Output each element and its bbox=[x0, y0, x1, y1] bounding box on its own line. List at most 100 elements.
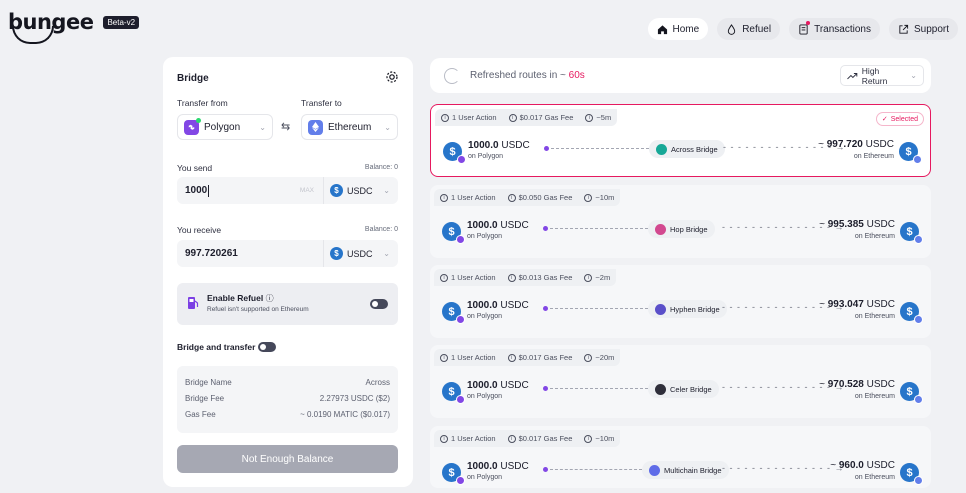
ethereum-icon bbox=[913, 155, 922, 164]
celer-icon bbox=[655, 383, 666, 395]
route-send-amount: 1000.0 USDC bbox=[468, 140, 530, 151]
bridge-pill: Celer Bridge bbox=[648, 380, 719, 398]
usdc-icon: $ bbox=[900, 382, 923, 404]
route-receive-amount: ~ 970.528 USDC bbox=[819, 379, 895, 390]
route-from-chain: on Polygon bbox=[467, 313, 503, 320]
bridge-pill: Hyphen Bridge bbox=[648, 300, 727, 318]
usdc-icon: $ bbox=[900, 302, 923, 324]
ethereum-icon bbox=[914, 476, 923, 485]
not-enough-balance-button[interactable]: Not Enough Balance bbox=[177, 445, 398, 473]
route-card[interactable]: i1 User Action i $0.017 Gas Fee i ~20m $ 1… bbox=[430, 345, 931, 418]
route-send-amount: 1000.0 USDC bbox=[467, 300, 529, 311]
user-action-tag: i1 User Action bbox=[434, 189, 502, 206]
nav-home-label: Home bbox=[672, 23, 700, 35]
time-tag: i ~20m bbox=[578, 349, 621, 366]
route-receive-amount: ~ 995.385 USDC bbox=[819, 219, 895, 230]
info-icon: i bbox=[441, 113, 449, 122]
route-line bbox=[550, 308, 648, 309]
route-arrow: - - - - - - - - - - - - - - - → bbox=[722, 463, 845, 473]
send-balance: Balance: 0 bbox=[364, 164, 398, 171]
polygon-icon bbox=[456, 476, 465, 485]
receive-amount-field: 997.720261 $ USDC ⌄ bbox=[177, 240, 398, 267]
bridge-and-transfer-toggle[interactable] bbox=[258, 342, 276, 352]
gear-icon[interactable] bbox=[385, 70, 399, 84]
bridge-pill: Across Bridge bbox=[649, 140, 725, 158]
sort-label: High Return bbox=[861, 65, 888, 86]
route-card[interactable]: i1 User Action i $0.017 Gas Fee i ~10m $ 1… bbox=[430, 426, 931, 488]
route-receive-amount: ~ 993.047 USDC bbox=[819, 299, 895, 310]
clock-icon: i bbox=[584, 273, 593, 282]
user-action-tag: i1 User Action bbox=[434, 430, 502, 447]
route-to-chain: on Ethereum bbox=[854, 313, 895, 320]
to-chain-name: Ethereum bbox=[328, 121, 372, 133]
polygon-icon bbox=[184, 117, 201, 135]
refresh-icon[interactable] bbox=[444, 67, 460, 84]
hop-icon bbox=[655, 223, 666, 235]
usdc-icon: $ bbox=[442, 463, 465, 485]
nav-transactions[interactable]: Transactions bbox=[789, 18, 880, 40]
route-start-dot bbox=[543, 226, 548, 231]
max-button[interactable]: MAX bbox=[300, 187, 314, 194]
gas-fee-tag: i $0.017 Gas Fee bbox=[501, 349, 579, 366]
route-card[interactable]: i1 User Action i $0.050 Gas Fee i ~10m $ 1… bbox=[430, 185, 931, 258]
route-send-amount: 1000.0 USDC bbox=[467, 461, 529, 472]
route-start-dot bbox=[543, 306, 548, 311]
refuel-toggle[interactable] bbox=[370, 299, 388, 309]
receive-token-name: USDC bbox=[347, 248, 373, 259]
you-receive-label: You receive bbox=[177, 225, 222, 235]
route-tags: i1 User Action i $0.050 Gas Fee i ~10m bbox=[434, 189, 621, 206]
route-to-chain: on Ethereum bbox=[854, 233, 895, 240]
fuel-drop-icon bbox=[728, 23, 736, 35]
nav-home[interactable]: Home bbox=[647, 18, 709, 40]
bridge-pill: Hop Bridge bbox=[648, 220, 715, 238]
polygon-icon bbox=[457, 155, 466, 164]
route-tags: i1 User Action i $0.013 Gas Fee i ~2m bbox=[434, 269, 617, 286]
info-icon: i bbox=[440, 273, 448, 282]
send-token-name: USDC bbox=[347, 185, 373, 196]
refresh-text: Refreshed routes in ~ 60s bbox=[470, 70, 585, 81]
receive-token-select[interactable]: $ USDC ⌄ bbox=[323, 240, 398, 267]
usdc-icon: $ bbox=[900, 463, 923, 485]
send-amount-value: 1000 bbox=[185, 185, 208, 196]
info-icon: i bbox=[507, 353, 516, 362]
route-tags: i1 User Action i $0.017 Gas Fee i ~5m bbox=[435, 109, 618, 126]
refuel-box: Enable Refuel ⓘ Refuel isn't supported o… bbox=[177, 283, 398, 325]
info-icon: i bbox=[440, 434, 448, 443]
bridge-and-transfer-label: Bridge and transfer bbox=[177, 342, 256, 352]
nav-support[interactable]: Support bbox=[888, 18, 958, 40]
route-to-chain: on Ethereum bbox=[853, 153, 894, 160]
route-card[interactable]: i1 User Action i $0.013 Gas Fee i ~2m $ 10… bbox=[430, 265, 931, 338]
chevron-down-icon: ⌄ bbox=[259, 122, 266, 132]
route-receive-amount: ~ 960.0 USDC bbox=[830, 460, 895, 471]
user-action-tag: i1 User Action bbox=[435, 109, 503, 126]
bridge-panel: Bridge Transfer from Transfer to Polygon… bbox=[163, 57, 413, 487]
route-line bbox=[551, 148, 649, 149]
clock-icon: i bbox=[585, 113, 594, 122]
info-icon: i bbox=[440, 193, 448, 202]
external-link-icon bbox=[899, 24, 909, 34]
route-tags: i1 User Action i $0.017 Gas Fee i ~10m bbox=[434, 430, 621, 447]
brand-logo[interactable]: bungee Beta-v2 bbox=[8, 10, 140, 44]
route-card[interactable]: i1 User Action i $0.017 Gas Fee i ~5m ✓ Sel… bbox=[430, 104, 931, 177]
route-from-chain: on Polygon bbox=[467, 393, 503, 400]
receive-balance: Balance: 0 bbox=[364, 226, 398, 233]
route-tags: i1 User Action i $0.017 Gas Fee i ~20m bbox=[434, 349, 621, 366]
from-chain-select[interactable]: Polygon ⌄ bbox=[177, 114, 273, 140]
time-tag: i ~2m bbox=[578, 269, 617, 286]
to-chain-select[interactable]: Ethereum ⌄ bbox=[301, 114, 398, 140]
gas-fee-tag: i $0.017 Gas Fee bbox=[502, 109, 580, 126]
usdc-icon: $ bbox=[900, 222, 923, 244]
nav-refuel[interactable]: Refuel bbox=[717, 18, 781, 40]
swap-arrows-icon[interactable]: ⇆ bbox=[281, 120, 290, 133]
refresh-bar: Refreshed routes in ~ 60s High Return ⌄ bbox=[430, 58, 931, 93]
transfer-to-label: Transfer to bbox=[301, 98, 342, 108]
sort-select[interactable]: High Return ⌄ bbox=[840, 65, 924, 86]
chevron-down-icon: ⌄ bbox=[383, 249, 390, 258]
send-amount-input[interactable]: 1000 MAX $ USDC ⌄ bbox=[177, 177, 398, 204]
info-icon: i bbox=[507, 273, 516, 282]
usdc-icon: $ bbox=[899, 142, 922, 164]
bridge-pill: Multichain Bridge bbox=[642, 461, 729, 479]
summary-row: Gas Fee ~ 0.0190 MATIC ($0.017) bbox=[185, 410, 390, 419]
ethereum-icon bbox=[914, 395, 923, 404]
send-token-select[interactable]: $ USDC ⌄ bbox=[323, 177, 398, 204]
